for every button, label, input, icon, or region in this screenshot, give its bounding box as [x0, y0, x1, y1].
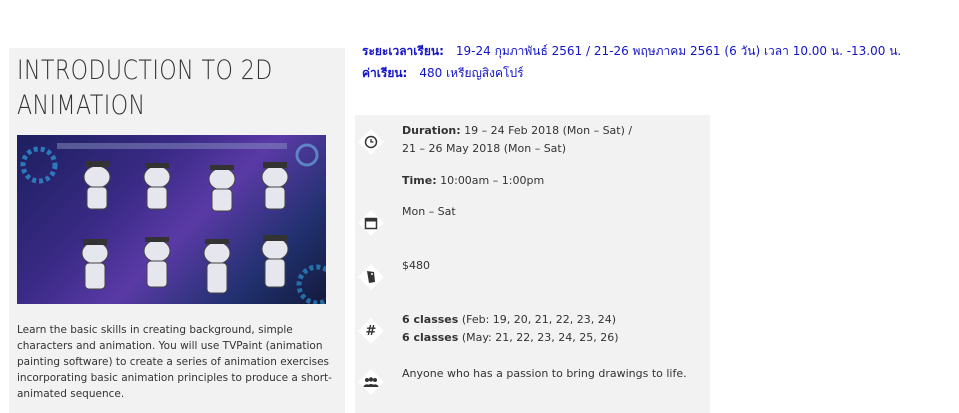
animation-characters-illustration: [20, 143, 326, 304]
people-icon: [358, 369, 384, 395]
time-label: Time:: [402, 174, 437, 187]
course-description: Learn the basic skills in creating backg…: [17, 324, 332, 400]
duration-value-2: 21 – 26 May 2018 (Mon – Sat): [402, 142, 567, 155]
course-image: [17, 135, 326, 304]
thai-period-value: 19-24 กุมภาพันธ์ 2561 / 21-26 พฤษภาคม 25…: [455, 44, 902, 58]
classes-1-value: (Feb: 19, 20, 21, 22, 23, 24): [461, 313, 617, 326]
time-value: 10:00am – 1:00pm: [440, 174, 545, 187]
time-detail: Time: 10:00am – 1:00pm: [402, 172, 702, 190]
duration-label: Duration:: [402, 124, 461, 137]
hash-icon: #: [358, 318, 384, 344]
thai-fee-value: 480 เหรียญสิงคโปร์: [419, 66, 524, 80]
audience-detail: Anyone who has a passion to bring drawin…: [402, 367, 687, 380]
course-title-line-2: ANIMATION: [17, 90, 146, 121]
duration-value-1: 19 – 24 Feb 2018 (Mon – Sat) /: [464, 124, 633, 137]
days-detail: Mon – Sat: [402, 205, 456, 218]
course-title: INTRODUCTION TO 2D ANIMATION: [17, 53, 279, 123]
thai-course-info: ระยะเวลาเรียน: 19-24 กุมภาพันธ์ 2561 / 21…: [362, 40, 959, 84]
price-detail: $480: [402, 259, 430, 272]
clock-icon: [358, 129, 384, 155]
classes-2-label: 6 classes: [402, 331, 459, 344]
classes-2-value: (May: 21, 22, 23, 24, 25, 26): [461, 331, 619, 344]
thai-fee-label: ค่าเรียน:: [362, 66, 408, 80]
calendar-icon: [358, 210, 384, 236]
thai-fee-line: ค่าเรียน: 480 เหรียญสิงคโปร์: [362, 62, 959, 84]
duration-detail: Duration: 19 – 24 Feb 2018 (Mon – Sat) /…: [402, 122, 702, 158]
thai-period-line: ระยะเวลาเรียน: 19-24 กุมภาพันธ์ 2561 / 21…: [362, 40, 959, 62]
price-tag-icon: [358, 264, 384, 290]
classes-detail: 6 classes (Feb: 19, 20, 21, 22, 23, 24) …: [402, 311, 702, 347]
thai-period-label: ระยะเวลาเรียน:: [362, 44, 444, 58]
classes-1-label: 6 classes: [402, 313, 459, 326]
course-title-line-1: INTRODUCTION TO 2D: [17, 55, 273, 86]
